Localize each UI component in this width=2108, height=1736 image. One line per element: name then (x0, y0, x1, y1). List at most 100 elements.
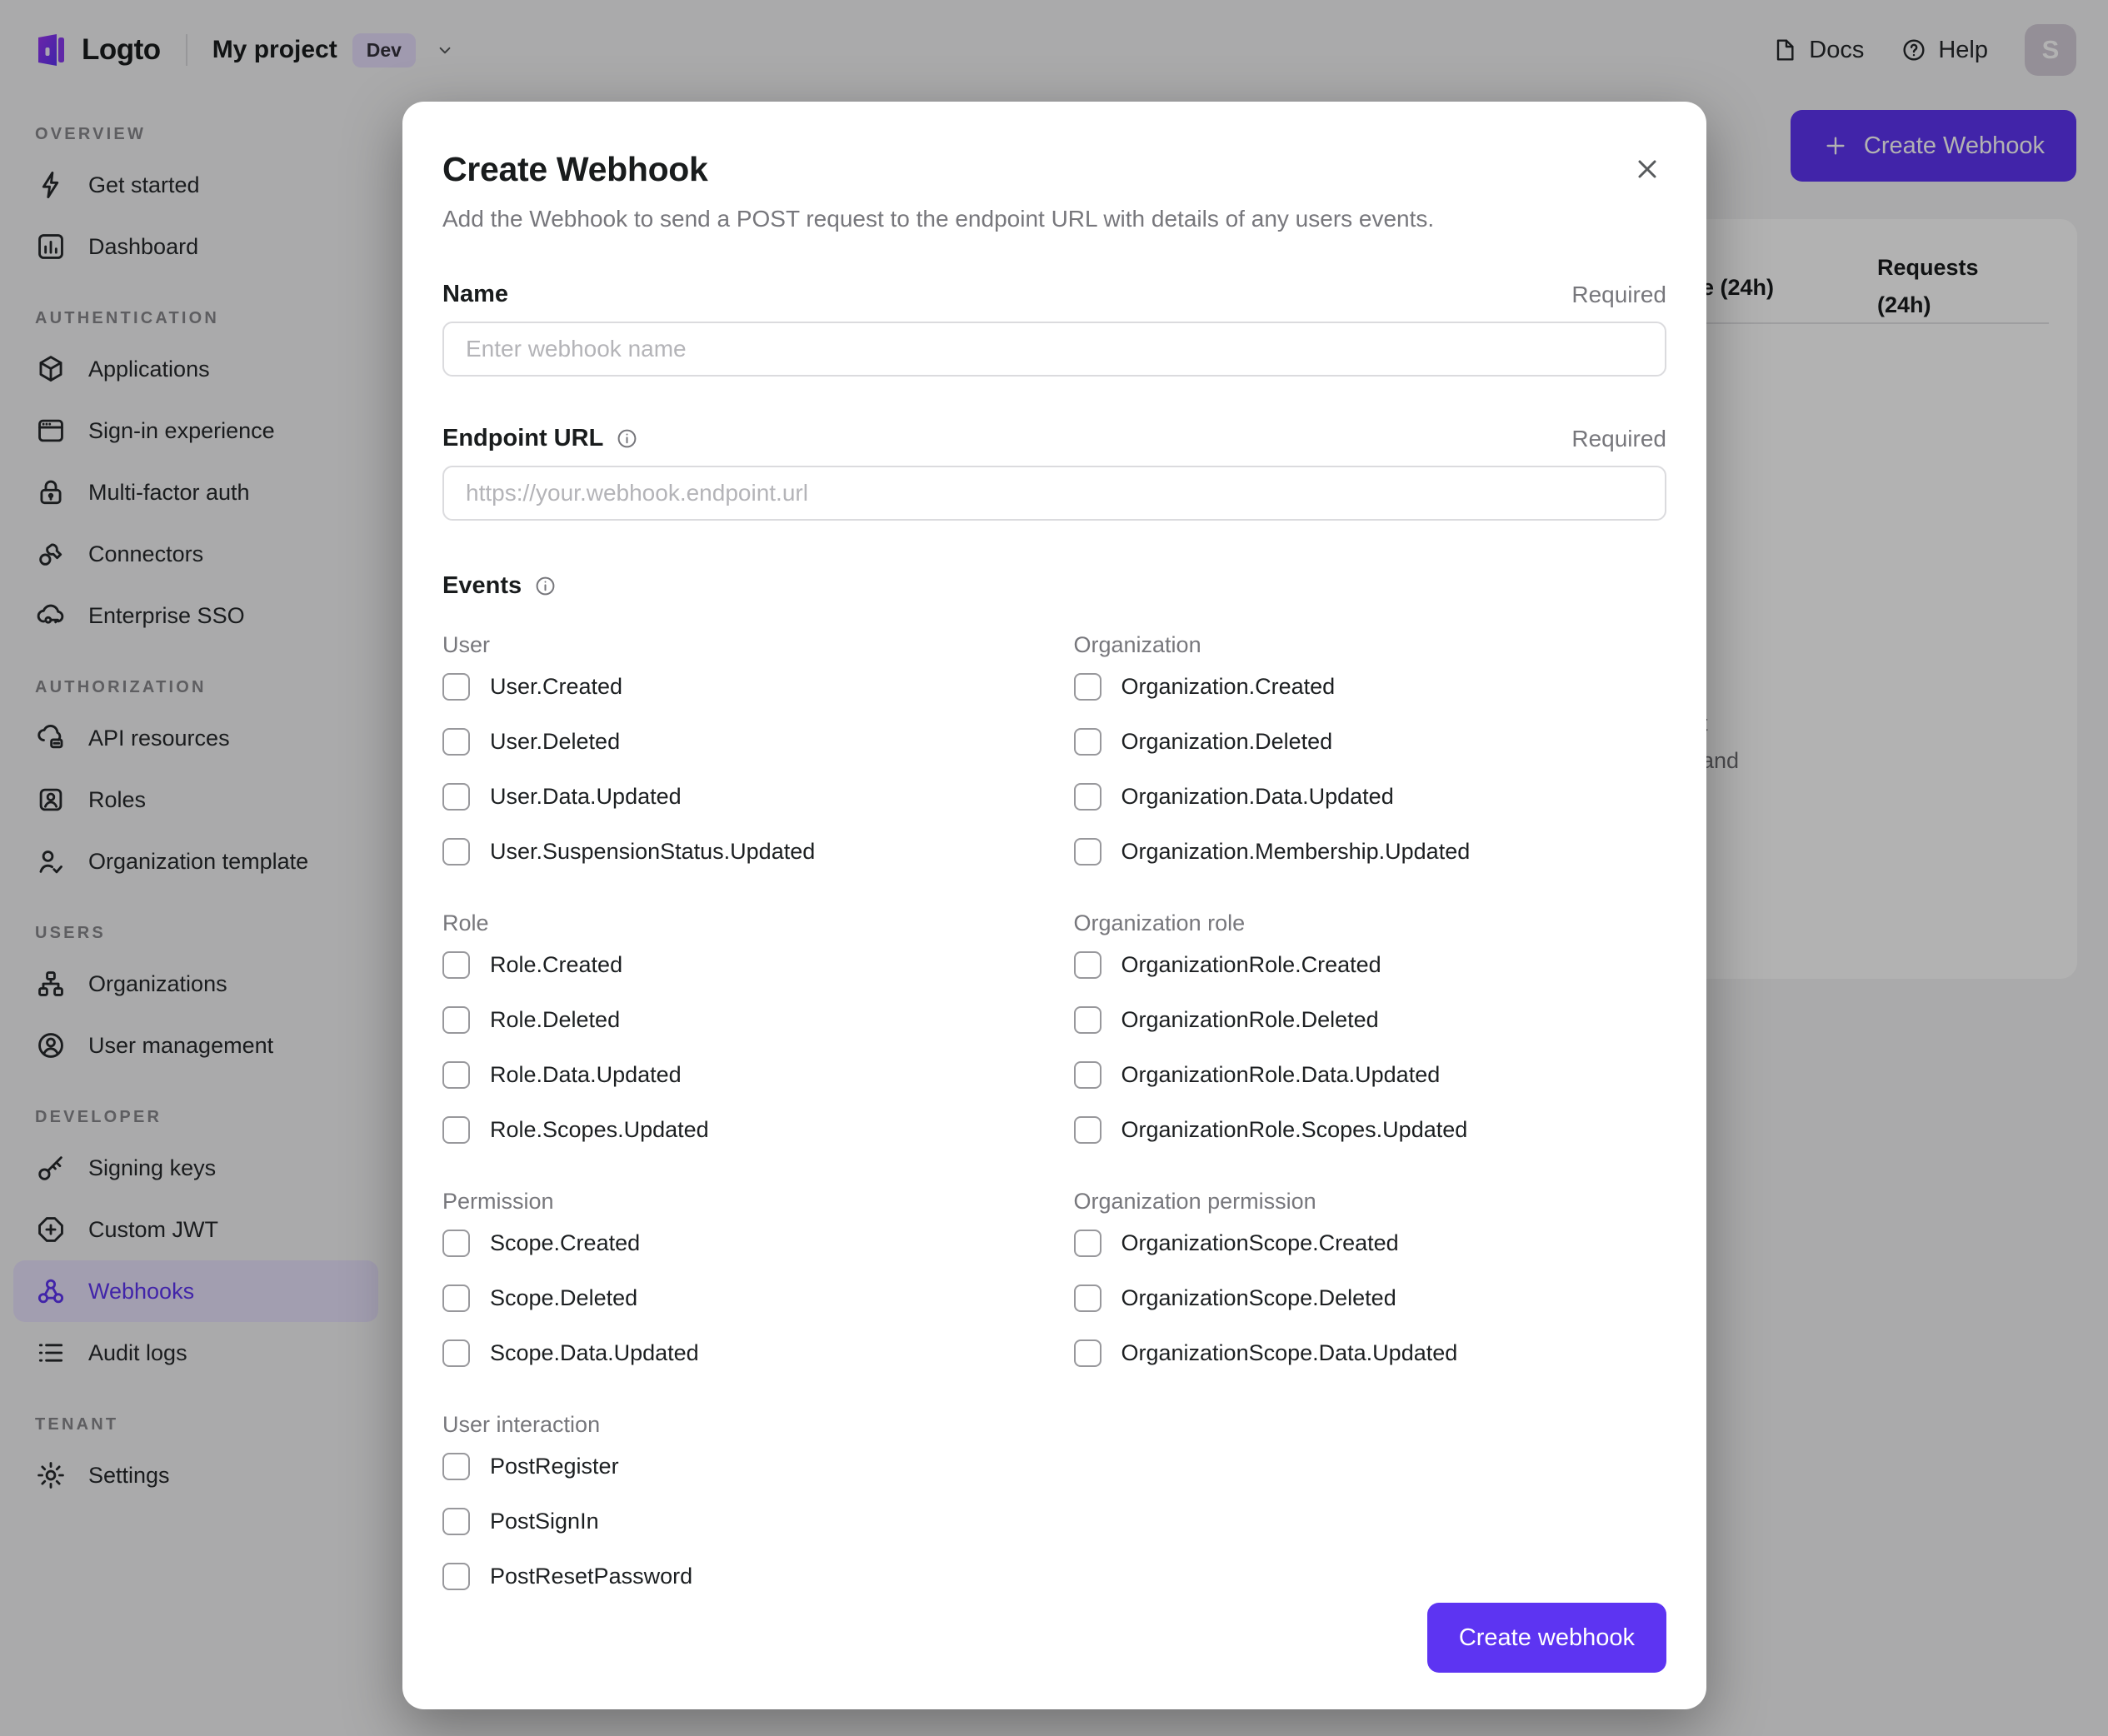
event-row-organizationrole-scopes-updated[interactable]: OrganizationRole.Scopes.Updated (1073, 1103, 1667, 1156)
checkbox-unchecked[interactable] (1073, 727, 1101, 756)
checkbox-unchecked[interactable] (1073, 837, 1101, 866)
endpoint-field-label: Endpoint URL (442, 425, 604, 451)
event-row-scope-created[interactable]: Scope.Created (442, 1216, 1036, 1270)
checkbox-unchecked[interactable] (1073, 1229, 1101, 1257)
event-label: Role.Scopes.Updated (490, 1116, 709, 1142)
event-label: OrganizationRole.Data.Updated (1121, 1061, 1441, 1087)
webhook-name-input[interactable] (442, 322, 1666, 377)
modal-title: Create Webhook (442, 150, 708, 188)
checkbox-unchecked[interactable] (442, 672, 470, 701)
event-group-title: User (442, 632, 491, 657)
checkbox-unchecked[interactable] (442, 782, 470, 811)
event-label: User.Created (490, 673, 623, 699)
event-group-organization-permission: Organization permission OrganizationScope… (1073, 1181, 1667, 1379)
checkbox-unchecked[interactable] (1073, 1115, 1101, 1144)
info-icon[interactable] (534, 575, 557, 597)
checkbox-unchecked[interactable] (442, 950, 470, 979)
event-label: Scope.Deleted (490, 1285, 638, 1310)
event-label: Organization.Deleted (1121, 728, 1333, 754)
event-row-organizationrole-created[interactable]: OrganizationRole.Created (1073, 938, 1667, 991)
event-label: Role.Created (490, 951, 623, 977)
checkbox-unchecked[interactable] (1073, 782, 1101, 811)
checkbox-unchecked[interactable] (442, 1060, 470, 1089)
event-row-organization-membership-updated[interactable]: Organization.Membership.Updated (1073, 825, 1667, 878)
checkbox-unchecked[interactable] (442, 1005, 470, 1034)
event-row-postresetpassword[interactable]: PostResetPassword (442, 1549, 1036, 1603)
event-label: Scope.Created (490, 1230, 641, 1255)
event-group-organization: Organization Organization.Created Organiza… (1073, 625, 1667, 878)
event-label: OrganizationRole.Created (1121, 951, 1381, 977)
event-label: PostRegister (490, 1453, 619, 1479)
event-label: User.SuspensionStatus.Updated (490, 838, 816, 864)
event-row-scope-deleted[interactable]: Scope.Deleted (442, 1271, 1036, 1324)
event-group-permission: Permission Scope.Created Scope.Deleted Scop… (442, 1181, 1036, 1379)
event-group-organization-role: Organization role OrganizationRole.Create… (1073, 903, 1667, 1156)
event-row-role-scopes-updated[interactable]: Role.Scopes.Updated (442, 1103, 1036, 1156)
event-label: Role.Deleted (490, 1006, 621, 1032)
event-row-organizationrole-data-updated[interactable]: OrganizationRole.Data.Updated (1073, 1048, 1667, 1101)
checkbox-unchecked[interactable] (1073, 1339, 1101, 1367)
info-icon[interactable] (616, 427, 638, 450)
event-group-title: User interaction (442, 1412, 601, 1437)
event-row-user-created[interactable]: User.Created (442, 660, 1036, 713)
event-group-empty (1074, 1379, 1667, 1603)
checkbox-unchecked[interactable] (1073, 1284, 1101, 1312)
event-row-organizationscope-data-updated[interactable]: OrganizationScope.Data.Updated (1073, 1326, 1667, 1379)
event-row-role-data-updated[interactable]: Role.Data.Updated (442, 1048, 1036, 1101)
name-field-group: Name Required (442, 281, 1666, 377)
checkbox-unchecked[interactable] (442, 1562, 470, 1590)
event-label: OrganizationScope.Created (1121, 1230, 1399, 1255)
event-group-title: Organization (1073, 632, 1201, 657)
checkbox-unchecked[interactable] (442, 837, 470, 866)
event-row-organizationscope-deleted[interactable]: OrganizationScope.Deleted (1073, 1271, 1667, 1324)
event-label: User.Data.Updated (490, 783, 682, 809)
event-group-title: Permission (442, 1189, 554, 1214)
event-row-organization-data-updated[interactable]: Organization.Data.Updated (1073, 770, 1667, 823)
event-label: PostSignIn (490, 1508, 599, 1534)
checkbox-unchecked[interactable] (442, 1507, 470, 1535)
event-row-role-created[interactable]: Role.Created (442, 938, 1036, 991)
event-label: Scope.Data.Updated (490, 1339, 699, 1365)
event-group-role: Role Role.Created Role.Deleted Role.Data.Up… (442, 903, 1036, 1156)
event-row-organization-created[interactable]: Organization.Created (1073, 660, 1667, 713)
create-webhook-modal: Create Webhook Add the Webhook to send a… (402, 102, 1706, 1709)
event-label: Organization.Data.Updated (1121, 783, 1394, 809)
event-label: OrganizationScope.Data.Updated (1121, 1339, 1458, 1365)
event-row-user-data-updated[interactable]: User.Data.Updated (442, 770, 1036, 823)
event-row-organizationscope-created[interactable]: OrganizationScope.Created (1073, 1216, 1667, 1270)
checkbox-unchecked[interactable] (442, 1452, 470, 1480)
event-group-title: Role (442, 910, 489, 935)
checkbox-unchecked[interactable] (442, 727, 470, 756)
event-label: User.Deleted (490, 728, 621, 754)
event-label: OrganizationRole.Deleted (1121, 1006, 1379, 1032)
event-row-user-suspensionstatus-updated[interactable]: User.SuspensionStatus.Updated (442, 825, 1036, 878)
event-row-organization-deleted[interactable]: Organization.Deleted (1073, 715, 1667, 768)
checkbox-unchecked[interactable] (1073, 1060, 1101, 1089)
event-row-role-deleted[interactable]: Role.Deleted (442, 993, 1036, 1046)
event-row-postregister[interactable]: PostRegister (442, 1439, 1036, 1493)
checkbox-unchecked[interactable] (442, 1339, 470, 1367)
event-label: Organization.Membership.Updated (1121, 838, 1471, 864)
endpoint-field-group: Endpoint URL Required (442, 425, 1666, 521)
name-field-label: Name (442, 281, 508, 307)
create-webhook-submit-button[interactable]: Create webhook (1426, 1603, 1666, 1673)
checkbox-unchecked[interactable] (1073, 672, 1101, 701)
event-row-user-deleted[interactable]: User.Deleted (442, 715, 1036, 768)
checkbox-unchecked[interactable] (442, 1229, 470, 1257)
close-icon[interactable] (1628, 150, 1666, 188)
event-row-postsignin[interactable]: PostSignIn (442, 1494, 1036, 1548)
endpoint-url-input[interactable] (442, 466, 1666, 521)
checkbox-unchecked[interactable] (1073, 950, 1101, 979)
checkbox-unchecked[interactable] (442, 1284, 470, 1312)
checkbox-unchecked[interactable] (442, 1115, 470, 1144)
event-group-title: Organization role (1073, 910, 1246, 935)
events-grid: User User.Created User.Deleted User.Data.Up… (442, 600, 1666, 1603)
event-label: Role.Data.Updated (490, 1061, 682, 1087)
modal-subtitle: Add the Webhook to send a POST request t… (442, 206, 1435, 232)
name-required-tag: Required (1571, 281, 1666, 307)
event-label: PostResetPassword (490, 1563, 693, 1589)
event-row-scope-data-updated[interactable]: Scope.Data.Updated (442, 1326, 1036, 1379)
event-row-organizationrole-deleted[interactable]: OrganizationRole.Deleted (1073, 993, 1667, 1046)
checkbox-unchecked[interactable] (1073, 1005, 1101, 1034)
event-label: OrganizationScope.Deleted (1121, 1285, 1396, 1310)
